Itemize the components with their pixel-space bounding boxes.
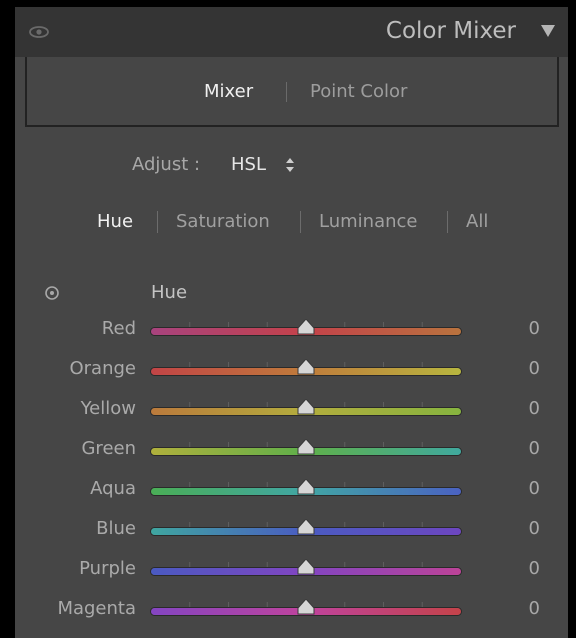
slider-thumb[interactable]: [297, 439, 315, 455]
tab-hue[interactable]: Hue: [97, 211, 133, 233]
slider-row-green: Green 0: [15, 433, 568, 465]
tab-luminance[interactable]: Luminance: [319, 211, 417, 233]
slider-value[interactable]: 0: [529, 358, 540, 380]
slider-label: Green: [81, 438, 136, 459]
adjust-label: Adjust :: [132, 154, 201, 175]
slider-label: Orange: [69, 358, 136, 379]
slider-label: Magenta: [57, 598, 136, 619]
slider-value[interactable]: 0: [529, 518, 540, 540]
slider-value[interactable]: 0: [529, 318, 540, 340]
slider-row-purple: Purple 0: [15, 553, 568, 585]
slider-value[interactable]: 0: [529, 558, 540, 580]
slider-row-yellow: Yellow 0: [15, 393, 568, 425]
slider-row-orange: Orange 0: [15, 353, 568, 385]
section-title: Hue: [151, 282, 188, 303]
slider-thumb[interactable]: [297, 479, 315, 495]
slider-row-aqua: Aqua 0: [15, 473, 568, 505]
eye-icon[interactable]: [29, 26, 49, 38]
slider-label: Red: [101, 318, 136, 339]
hsl-separator: [300, 211, 301, 233]
slider-value[interactable]: 0: [529, 438, 540, 460]
up-down-stepper-icon[interactable]: [285, 157, 295, 173]
tab-point-color[interactable]: Point Color: [310, 81, 407, 103]
hsl-separator: [447, 211, 448, 233]
tab-all[interactable]: All: [466, 211, 488, 233]
hsl-separator: [157, 211, 158, 233]
color-mixer-window: Color Mixer Mixer Point Color Adjust : H…: [0, 0, 576, 638]
slider-thumb[interactable]: [297, 399, 315, 415]
slider-thumb[interactable]: [297, 319, 315, 335]
mode-switcher: Mixer Point Color: [25, 57, 559, 127]
target-adjustment-icon[interactable]: [44, 285, 60, 301]
mode-separator: [286, 82, 287, 102]
triangle-down-icon[interactable]: [540, 24, 556, 38]
slider-row-red: Red 0: [15, 313, 568, 345]
tab-saturation[interactable]: Saturation: [176, 211, 270, 233]
slider-value[interactable]: 0: [529, 398, 540, 420]
slider-thumb[interactable]: [297, 599, 315, 615]
slider-row-magenta: Magenta 0: [15, 593, 568, 625]
slider-thumb[interactable]: [297, 359, 315, 375]
tab-mixer[interactable]: Mixer: [204, 81, 253, 103]
slider-value[interactable]: 0: [529, 598, 540, 620]
slider-thumb[interactable]: [297, 519, 315, 535]
panel-title[interactable]: Color Mixer: [386, 17, 516, 45]
panel-header[interactable]: Color Mixer: [15, 7, 568, 57]
slider-label: Aqua: [90, 478, 136, 499]
color-mixer-panel: Color Mixer Mixer Point Color Adjust : H…: [15, 7, 568, 638]
slider-label: Blue: [96, 518, 136, 539]
slider-label: Purple: [79, 558, 136, 579]
slider-row-blue: Blue 0: [15, 513, 568, 545]
adjust-select[interactable]: HSL: [231, 154, 266, 176]
slider-value[interactable]: 0: [529, 478, 540, 500]
slider-label: Yellow: [80, 398, 136, 419]
slider-thumb[interactable]: [297, 559, 315, 575]
